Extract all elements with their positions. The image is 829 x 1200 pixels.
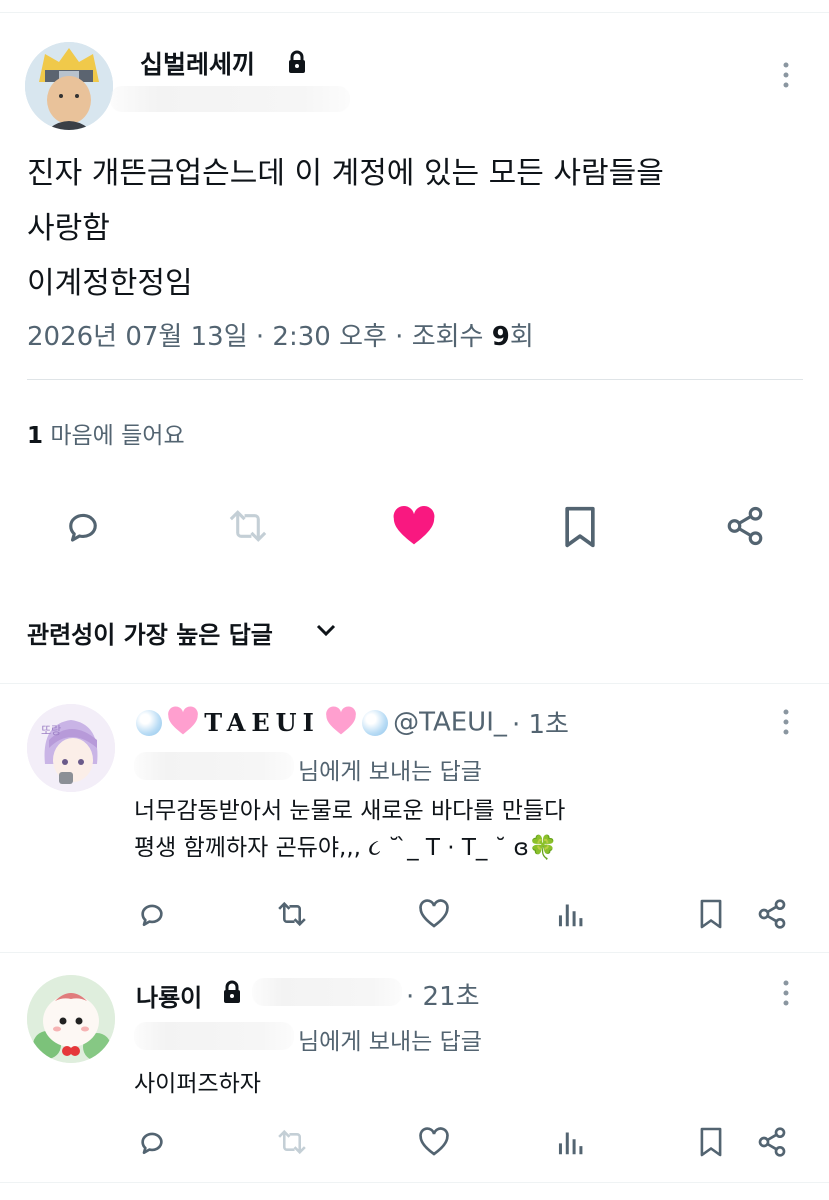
reply-to-label: 님에게 보내는 답글 [298, 1029, 482, 1055]
post-meta: 2026년 07월 13일 · 2:30 오후 · 조회수 9회 [27, 316, 534, 353]
reply-avatar[interactable] [27, 975, 115, 1063]
share-icon[interactable] [756, 1126, 788, 1158]
reply-icon[interactable] [62, 505, 104, 547]
share-icon[interactable] [724, 505, 766, 547]
post-text-line: 진자 개뜬금업슨느데 이 계정에 있는 모든 사람들을 [27, 156, 664, 191]
reply-divider [0, 952, 829, 953]
reply-author-name[interactable]: 나룡이 [136, 978, 202, 1013]
reply-to-user-redacted [134, 1022, 294, 1050]
post-author-avatar[interactable] [25, 42, 113, 130]
post-author-name[interactable]: 십벌레세끼 [140, 45, 255, 81]
views-icon[interactable] [556, 899, 584, 929]
reply-avatar[interactable]: 또랑 [27, 704, 115, 792]
bottom-divider [0, 1182, 829, 1183]
reply-text: 사이퍼즈하자 [134, 1066, 261, 1103]
reply-icon[interactable] [136, 1126, 168, 1158]
heart-icon[interactable] [418, 1127, 450, 1157]
retweet-icon[interactable] [274, 898, 310, 930]
reply-text-line: 평생 함께하자 곤듀야,,, ૮ ˘ ̀_ T · T_ ˘ ɞ🍀 [134, 835, 558, 861]
bookmark-icon[interactable] [698, 898, 724, 930]
post-author-handle-redacted [110, 86, 350, 112]
reply-text-line: 사이퍼즈하자 [134, 1071, 261, 1097]
reply-author-name: TAEUI [204, 708, 320, 737]
svg-text:또랑: 또랑 [41, 724, 61, 737]
share-icon[interactable] [756, 898, 788, 930]
section-divider [0, 683, 829, 684]
reply-author-row[interactable]: TAEUI @TAEUI_ · 1초 [136, 704, 569, 741]
bookmark-icon[interactable] [698, 1126, 724, 1158]
reply-author-handle: @TAEUI_ [393, 707, 507, 738]
post-view-suffix: 회 [509, 322, 534, 352]
more-icon[interactable] [776, 60, 796, 94]
bubbles-icon [362, 709, 388, 736]
reply-to-user-redacted [134, 752, 294, 780]
like-count-row[interactable]: 1 마음에 들어요 [27, 416, 185, 450]
lock-icon [222, 980, 242, 1004]
pink-heart-icon [325, 705, 357, 740]
lock-icon [287, 50, 307, 74]
more-icon[interactable] [776, 707, 796, 741]
post-text-line: 사랑함 [27, 211, 110, 246]
retweet-icon[interactable] [274, 1126, 310, 1158]
reply-handle-redacted [252, 978, 402, 1006]
heart-icon[interactable] [418, 899, 450, 929]
post-date: 2026년 07월 13일 · 2:30 오후 · 조회수 [27, 322, 492, 352]
views-icon[interactable] [556, 1127, 584, 1157]
pink-heart-icon [167, 705, 199, 740]
bookmark-icon[interactable] [561, 505, 599, 549]
more-icon[interactable] [776, 978, 796, 1012]
reply-time: · 1초 [511, 710, 569, 740]
like-label: 마음에 들어요 [43, 423, 185, 449]
reply-icon[interactable] [136, 898, 168, 930]
meta-divider [27, 379, 803, 380]
replies-sort-label: 관련성이 가장 높은 답글 [27, 621, 273, 649]
reply-text: 너무감동받아서 눈물로 새로운 바다를 만들다 평생 함께하자 곤듀야,,, ૮… [134, 793, 794, 867]
like-count: 1 [27, 423, 44, 449]
reply-to-label: 님에게 보내는 답글 [298, 759, 482, 785]
top-divider [0, 12, 829, 13]
replies-sort-title[interactable]: 관련성이 가장 높은 답글 [27, 615, 273, 650]
post-text-line: 이계정한정임 [27, 266, 193, 301]
heart-icon[interactable] [392, 505, 436, 547]
chevron-down-icon[interactable] [314, 620, 338, 644]
post-text: 진자 개뜬금업슨느데 이 계정에 있는 모든 사람들을 사랑함 이계정한정임 [27, 146, 807, 311]
bubbles-icon [136, 709, 162, 736]
reply-time: · 21초 [406, 982, 480, 1012]
retweet-icon[interactable] [224, 505, 272, 547]
reply-text-line: 너무감동받아서 눈물로 새로운 바다를 만들다 [134, 798, 566, 824]
post-view-count: 9 [491, 322, 510, 352]
